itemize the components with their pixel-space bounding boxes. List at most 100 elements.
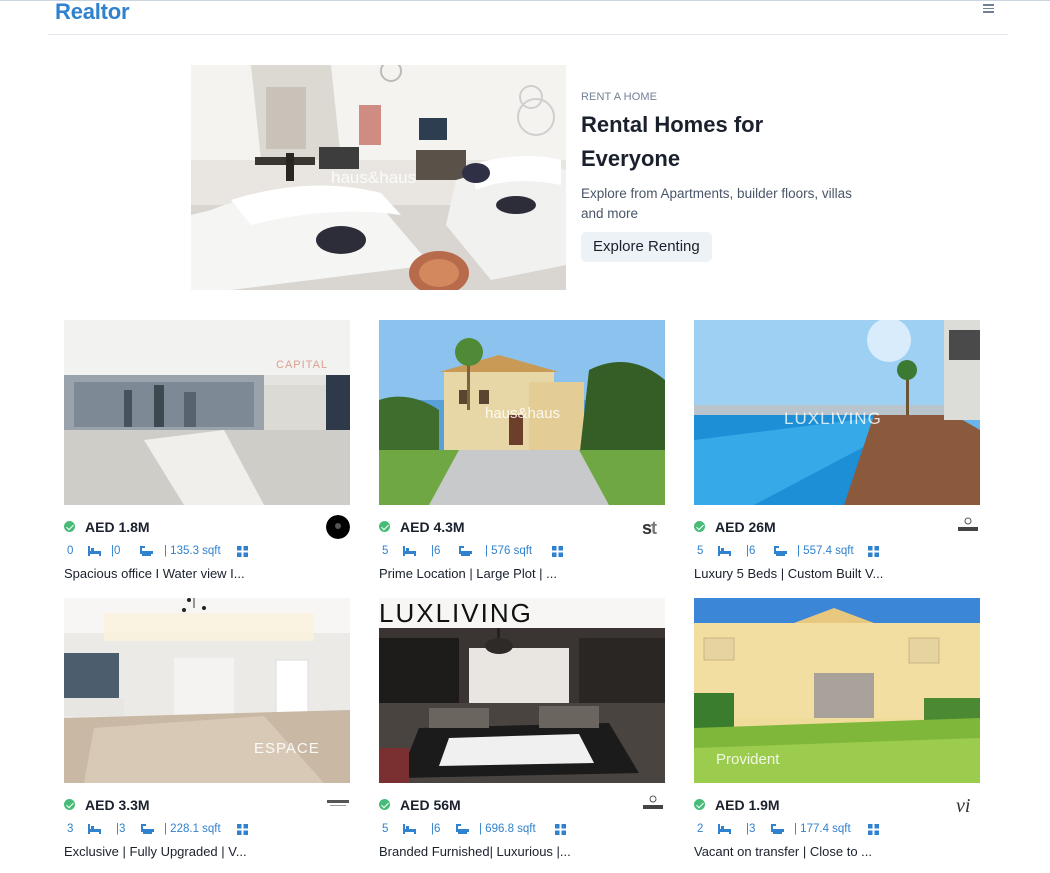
price-row: AED 56M	[379, 793, 665, 817]
bath-icon	[459, 546, 472, 556]
rooms-count: 5	[697, 545, 704, 557]
listing-watermark: LUXLIVING	[379, 598, 533, 628]
baths-count: |0	[111, 545, 121, 557]
listing-price: AED 3.3M	[85, 797, 150, 813]
bed-icon	[403, 824, 416, 834]
listing-watermark: haus&haus	[485, 405, 560, 422]
area-value: | 228.1 sqft	[164, 823, 221, 835]
hero-watermark: haus&haus	[331, 168, 416, 187]
listing-card[interactable]: LUXLIVING AED 56M 5 |6 | 696.8 sqft Bran…	[379, 598, 665, 860]
baths-count: |6	[431, 823, 441, 835]
listing-title[interactable]: Vacant on transfer | Close to ...	[694, 844, 872, 859]
listing-title[interactable]: Luxury 5 Beds | Custom Built V...	[694, 566, 883, 581]
brand-logo[interactable]: Realtor	[55, 0, 130, 25]
rooms-count: 5	[382, 545, 389, 557]
baths-count: |3	[746, 823, 756, 835]
grid-area-icon	[552, 546, 563, 557]
hero-title-line2: Everyone	[581, 146, 681, 171]
listing-price: AED 1.8M	[85, 519, 150, 535]
area-value: | 576 sqft	[485, 545, 533, 557]
grid-area-icon	[237, 546, 248, 557]
hero-desc-line1: Explore from Apartments, builder floors,…	[581, 186, 852, 201]
explore-renting-button[interactable]: Explore Renting	[581, 232, 712, 262]
area-value: | 177.4 sqft	[794, 823, 851, 835]
listing-card[interactable]: ESPACE AED 3.3M 3 |3 | 228.1 sqft Exclus…	[64, 598, 350, 860]
listing-price: AED 4.3M	[400, 519, 465, 535]
rooms-count: 2	[697, 823, 704, 835]
hero-description: Explore from Apartments, builder floors,…	[581, 184, 871, 224]
listing-watermark: LUXLIVING	[784, 409, 882, 428]
bath-icon	[774, 546, 787, 556]
listing-watermark: CAPITAL	[276, 359, 328, 371]
price-row: AED 4.3M st	[379, 515, 665, 539]
listing-photo[interactable]: Provident	[694, 598, 980, 783]
listing-price: AED 56M	[400, 797, 461, 813]
listing-watermark: ESPACE	[254, 740, 320, 757]
svg-text:vi: vi	[956, 795, 970, 817]
grid-area-icon	[555, 824, 566, 835]
listing-title[interactable]: Prime Location | Large Plot | ...	[379, 566, 557, 581]
baths-count: |3	[116, 823, 126, 835]
area-value: | 135.3 sqft	[164, 545, 221, 557]
listing-photo[interactable]: ESPACE	[64, 598, 350, 783]
hero-title: Rental Homes for Everyone	[581, 108, 871, 176]
verified-check-icon	[694, 799, 705, 810]
bed-icon	[88, 546, 101, 556]
bath-icon	[140, 546, 153, 556]
listing-title[interactable]: Exclusive | Fully Upgraded | V...	[64, 844, 247, 859]
bath-icon	[456, 824, 469, 834]
agency-avatar-icon[interactable]	[956, 515, 980, 539]
verified-check-icon	[379, 521, 390, 532]
hero-eyebrow: RENT A HOME	[581, 91, 658, 103]
rooms-count: 3	[67, 823, 74, 835]
hero-title-line1: Rental Homes for	[581, 112, 764, 137]
listing-photo[interactable]: haus&haus	[379, 320, 665, 505]
listing-card[interactable]: LUXLIVING AED 26M 5 |6 | 557.4 sqft Luxu…	[694, 320, 980, 582]
listing-card[interactable]: Provident AED 1.9M vi 2 |3 | 177.4 sqft …	[694, 598, 980, 860]
bath-icon	[141, 824, 154, 834]
hero-image: haus&haus	[191, 65, 566, 290]
listing-photo[interactable]: LUXLIVING	[379, 598, 665, 783]
bed-icon	[718, 824, 731, 834]
area-value: | 696.8 sqft	[479, 823, 536, 835]
price-row: AED 1.8M	[64, 515, 350, 539]
bed-icon	[403, 546, 416, 556]
verified-check-icon	[64, 521, 75, 532]
rooms-count: 0	[67, 545, 74, 557]
bed-icon	[88, 824, 101, 834]
listing-price: AED 1.9M	[715, 797, 780, 813]
bed-icon	[718, 546, 731, 556]
price-row: AED 3.3M	[64, 793, 350, 817]
listing-title[interactable]: Branded Furnished| Luxurious |...	[379, 844, 571, 859]
listing-card[interactable]: haus&haus AED 4.3M st 5 |6 | 576 sqft Pr…	[379, 320, 665, 582]
grid-area-icon	[868, 824, 879, 835]
agency-avatar-icon[interactable]	[326, 515, 350, 539]
hero-text: RENT A HOME Rental Homes for Everyone Ex…	[581, 91, 871, 262]
navbar: Realtor	[48, 0, 1008, 35]
baths-count: |6	[746, 545, 756, 557]
listing-title[interactable]: Spacious office I Water view I...	[64, 566, 245, 581]
price-row: AED 26M	[694, 515, 980, 539]
verified-check-icon	[64, 799, 75, 810]
agency-avatar-icon[interactable]: vi	[956, 793, 980, 817]
hero-desc-line2: and more	[581, 206, 639, 221]
price-row: AED 1.9M vi	[694, 793, 980, 817]
grid-area-icon	[868, 546, 879, 557]
agency-avatar-icon[interactable]	[641, 793, 665, 817]
grid-area-icon	[237, 824, 248, 835]
listing-watermark: Provident	[716, 751, 780, 768]
baths-count: |6	[431, 545, 441, 557]
hamburger-menu-icon[interactable]	[983, 4, 994, 13]
listing-price: AED 26M	[715, 519, 776, 535]
listing-photo[interactable]: CAPITAL	[64, 320, 350, 505]
area-value: | 557.4 sqft	[797, 545, 854, 557]
rooms-count: 5	[382, 823, 389, 835]
verified-check-icon	[379, 799, 390, 810]
listing-card[interactable]: CAPITAL AED 1.8M 0 |0 | 135.3 sqft Spaci…	[64, 320, 350, 582]
agency-avatar-icon[interactable]	[326, 793, 350, 817]
svg-text:t: t	[651, 518, 657, 538]
listing-photo[interactable]: LUXLIVING	[694, 320, 980, 505]
agency-avatar-icon[interactable]: st	[641, 515, 665, 539]
verified-check-icon	[694, 521, 705, 532]
bath-icon	[771, 824, 784, 834]
